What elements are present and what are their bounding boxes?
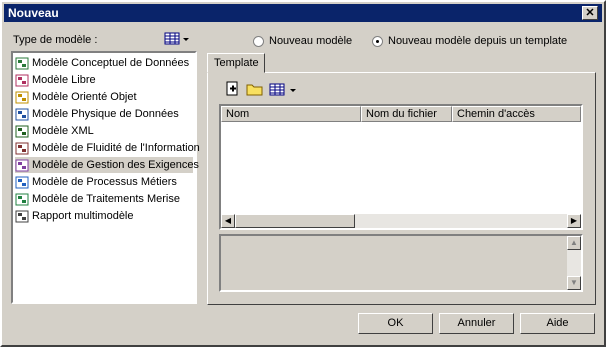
scroll-thumb[interactable] <box>235 214 355 228</box>
tab-template-label: Template <box>214 57 259 69</box>
process-icon <box>15 176 29 189</box>
scroll-right-icon[interactable]: ▶ <box>567 214 581 228</box>
model-type-item[interactable]: Modèle Conceptuel de Données <box>15 55 193 71</box>
model-type-list[interactable]: Modèle Conceptuel de Données Modèle Libre… <box>11 51 200 304</box>
open-folder-icon[interactable] <box>246 81 264 97</box>
model-type-item[interactable]: Modèle XML <box>15 123 193 139</box>
model-type-item[interactable]: Modèle de Processus Métiers <box>15 174 193 190</box>
mcd-icon <box>15 57 29 70</box>
cancel-button[interactable]: Annuler <box>439 313 514 334</box>
column-header-name[interactable]: Nom <box>221 106 361 122</box>
free-model-icon <box>15 74 29 87</box>
scroll-down-icon[interactable]: ▼ <box>567 276 581 290</box>
new-model-label[interactable]: Nouveau modèle <box>269 35 352 47</box>
tab-template[interactable]: Template <box>207 53 265 73</box>
xml-icon <box>15 125 29 138</box>
model-type-label: Modèle Physique de Données <box>32 108 179 120</box>
title-bar: Nouveau ✕ <box>4 4 602 22</box>
model-type-label: Modèle Orienté Objet <box>32 91 137 103</box>
model-type-label: Modèle XML <box>32 125 94 137</box>
new-model-radio[interactable] <box>253 36 264 47</box>
model-type-item[interactable]: Modèle de Gestion des Exigences <box>15 157 199 173</box>
requirements-icon <box>15 159 29 172</box>
model-type-item[interactable]: Modèle Orienté Objet <box>15 89 193 105</box>
model-type-label: Modèle Conceptuel de Données <box>32 57 190 69</box>
report-icon <box>15 210 29 223</box>
model-type-label: Modèle Libre <box>32 74 96 86</box>
help-button[interactable]: Aide <box>520 313 595 334</box>
column-header-filename[interactable]: Nom du fichier <box>361 106 452 122</box>
oom-icon <box>15 91 29 104</box>
model-type-label: Modèle de Traitements Merise <box>32 193 180 205</box>
view-mode-button[interactable] <box>164 32 190 46</box>
flow-icon <box>15 142 29 155</box>
new-template-icon[interactable] <box>225 81 241 97</box>
merise-icon <box>15 193 29 206</box>
dialog-window: Nouveau ✕ Type de modèle : Modèle Concep… <box>0 0 606 347</box>
model-type-item[interactable]: Modèle de Traitements Merise <box>15 191 193 207</box>
scroll-left-icon[interactable]: ◀ <box>221 214 235 228</box>
from-template-label[interactable]: Nouveau modèle depuis un template <box>388 35 567 47</box>
model-type-item[interactable]: Modèle Libre <box>15 72 193 88</box>
model-type-label: Modèle de Fluidité de l'Information <box>32 142 200 154</box>
list-view-icon <box>164 32 189 45</box>
template-list[interactable]: Nom Nom du fichier Chemin d'accès ◀ ▶ <box>219 104 583 230</box>
model-type-item[interactable]: Modèle de Fluidité de l'Information <box>15 140 200 156</box>
model-type-label: Rapport multimodèle <box>32 210 134 222</box>
model-type-label: Modèle de Gestion des Exigences <box>32 159 199 171</box>
model-type-item[interactable]: Rapport multimodèle <box>15 208 193 224</box>
scroll-up-icon[interactable]: ▲ <box>567 236 581 250</box>
model-type-item[interactable]: Modèle Physique de Données <box>15 106 193 122</box>
close-button[interactable]: ✕ <box>582 6 598 20</box>
horizontal-scrollbar[interactable]: ◀ ▶ <box>221 214 581 228</box>
description-box[interactable]: ▲ ▼ <box>219 234 583 292</box>
ok-button[interactable]: OK <box>358 313 433 334</box>
mpd-icon <box>15 108 29 121</box>
list-view-icon[interactable] <box>269 83 297 97</box>
from-template-radio[interactable] <box>372 36 383 47</box>
vertical-scrollbar[interactable]: ▲ ▼ <box>567 236 581 290</box>
column-header-path[interactable]: Chemin d'accès <box>452 106 581 122</box>
window-title: Nouveau <box>8 6 59 20</box>
model-type-label: Type de modèle : <box>13 34 98 46</box>
model-type-label: Modèle de Processus Métiers <box>32 176 177 188</box>
